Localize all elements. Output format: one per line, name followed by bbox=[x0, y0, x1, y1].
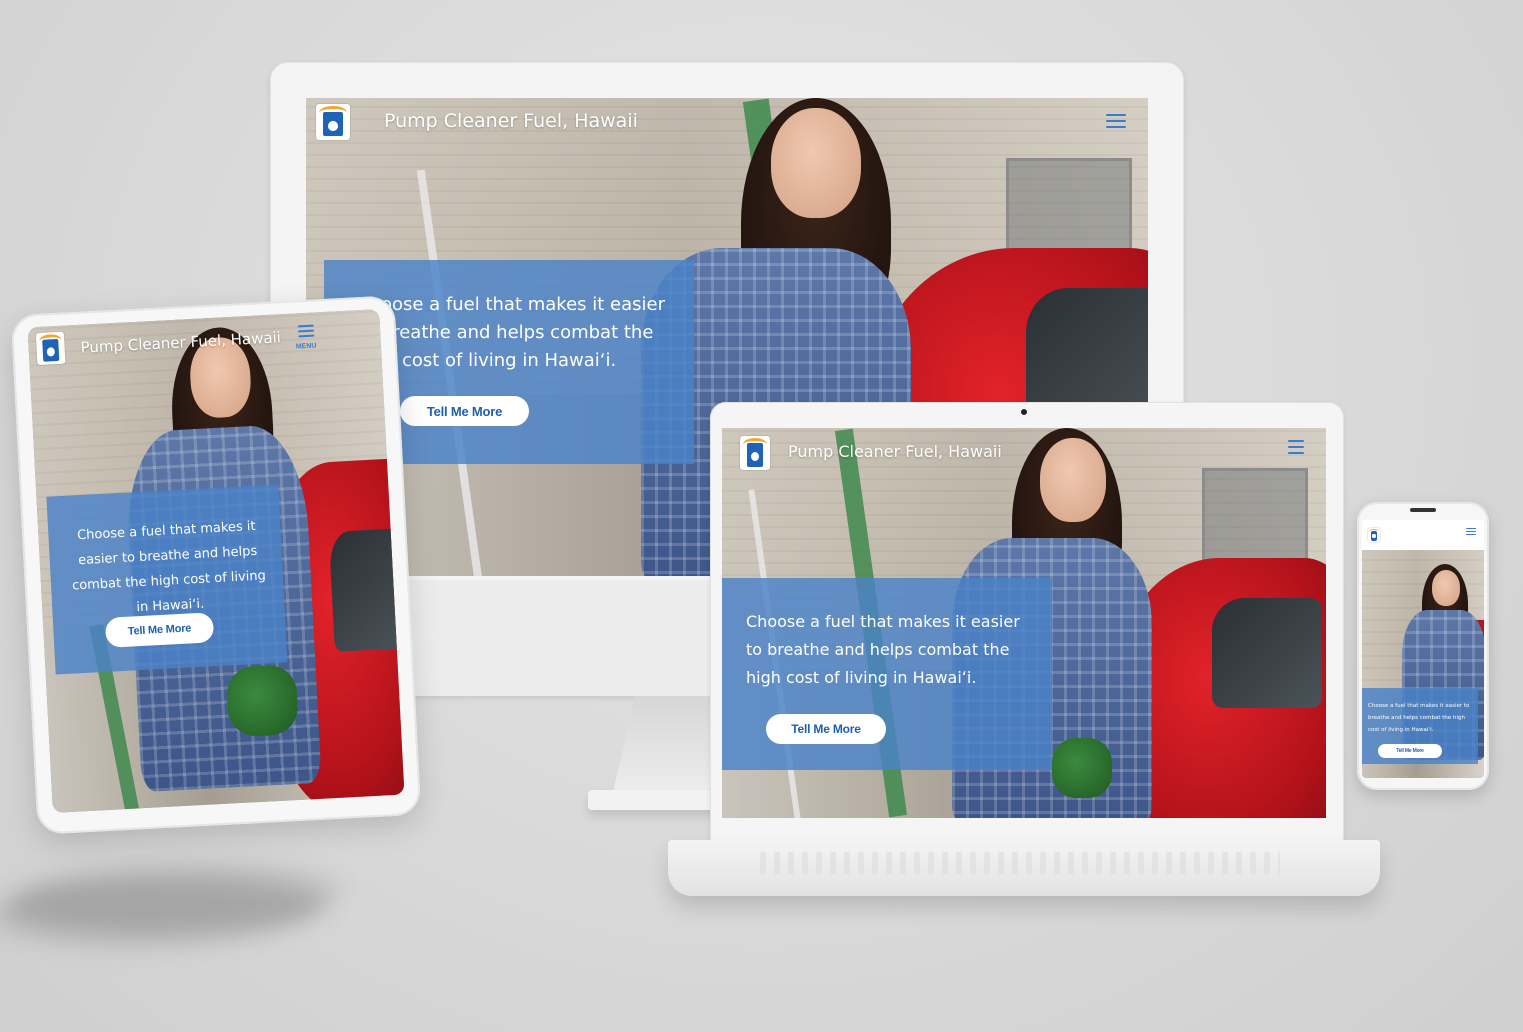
hamburger-menu-icon[interactable] bbox=[1466, 528, 1476, 537]
laptop-keyboard bbox=[760, 852, 1280, 874]
phone-screen: Choose a fuel that makes it easier to br… bbox=[1362, 520, 1484, 778]
tell-me-more-button[interactable]: Tell Me More bbox=[104, 612, 215, 648]
tell-me-more-button[interactable]: Tell Me More bbox=[400, 396, 529, 426]
hero-message: Choose a fuel that makes it easier to br… bbox=[1368, 703, 1470, 733]
hero-message: Choose a fuel that makes it easier to br… bbox=[746, 612, 1020, 687]
hero-message: Choose a fuel that makes it easier to br… bbox=[71, 518, 267, 616]
site-title[interactable]: Pump Cleaner Fuel, Hawaii bbox=[788, 442, 1002, 461]
hamburger-menu-icon[interactable] bbox=[297, 324, 315, 341]
hero-message-panel: Choose a fuel that makes it easier to br… bbox=[1362, 688, 1478, 764]
site-logo-icon[interactable] bbox=[35, 331, 66, 366]
hero-message-panel: Choose a fuel that makes it easier to br… bbox=[46, 484, 288, 675]
tell-me-more-button[interactable]: Tell Me More bbox=[1378, 744, 1442, 758]
tell-me-more-button[interactable]: Tell Me More bbox=[766, 714, 886, 744]
tablet-screen: Pump Cleaner Fuel, Hawaii MENU Choose a … bbox=[27, 309, 405, 813]
hero-message: Choose a fuel that makes it easier to br… bbox=[357, 294, 666, 371]
laptop-screen: Pump Cleaner Fuel, Hawaii Choose a fuel … bbox=[722, 428, 1326, 818]
phone-speaker bbox=[1410, 508, 1436, 512]
tablet-shadow bbox=[0, 870, 351, 940]
site-logo-icon[interactable] bbox=[316, 104, 350, 140]
hamburger-menu-icon[interactable] bbox=[1288, 440, 1304, 458]
laptop-camera bbox=[1021, 409, 1027, 415]
site-title[interactable]: Pump Cleaner Fuel, Hawaii bbox=[384, 110, 638, 132]
site-logo-icon[interactable] bbox=[1368, 528, 1380, 542]
hero-message-panel: Choose a fuel that makes it easier to br… bbox=[722, 578, 1052, 770]
hamburger-menu-icon[interactable] bbox=[1106, 114, 1126, 132]
menu-label[interactable]: MENU bbox=[296, 342, 317, 350]
site-logo-icon[interactable] bbox=[740, 436, 770, 470]
